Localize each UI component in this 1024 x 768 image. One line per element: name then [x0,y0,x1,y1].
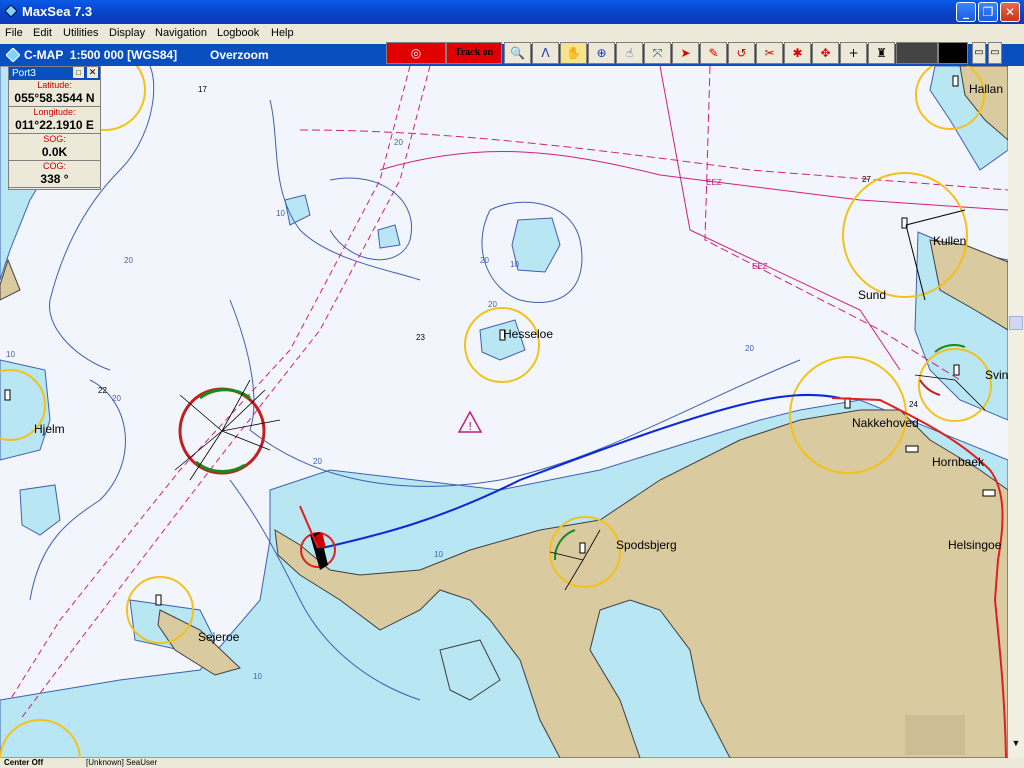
port-info-panel: Port3 □ ✕ Latitude: 055°58.3544 N Longit… [8,66,101,190]
window-title: MaxSea 7.3 [22,4,93,19]
window-tile-icon[interactable]: ▭ [972,42,986,64]
longitude-label: Longitude: [33,107,76,117]
place-hallan: Hallan [969,82,1004,96]
contour-label-20: 20 [313,457,322,466]
contour-label-20: 20 [124,256,133,265]
contour-label-20: 20 [745,344,754,353]
night-mode-button[interactable] [896,42,938,64]
contour-label-10: 10 [253,672,262,681]
menu-display[interactable]: Display [109,27,145,39]
track-on-button[interactable]: Track on [446,42,502,64]
shoal-pattern [905,715,965,755]
place-hesseloe: Hesseloe [503,327,554,341]
place-spodsbjerg: Spodsbjerg [616,538,677,552]
black-display-button[interactable] [938,42,968,64]
overzoom-label: Overzoom [210,48,269,62]
menu-help[interactable]: Help [271,27,294,39]
contour-label-20: 20 [394,138,403,147]
cog-value: 338 ° [9,172,100,188]
sector-light-gniben [174,379,281,481]
plus-cursor-icon[interactable]: + [840,42,867,64]
status-bar: Center Off [Unknown] SeaUser [0,758,1024,768]
contour-label-10: 10 [434,550,443,559]
close-button[interactable]: ✕ [1000,2,1020,22]
place-sund: Sund [858,288,887,302]
place-nakkehoved: Nakkehoved [852,416,919,430]
panel-close-icon[interactable]: ✕ [87,67,98,78]
user-status: [Unknown] SeaUser [86,758,158,767]
place-hjelm: Hjelm [34,422,65,436]
zoom-icon[interactable]: 🔍 [504,42,531,64]
longitude-value: 011°22.1910 E [9,118,100,134]
menu-navigation[interactable]: Navigation [155,27,207,39]
eez-label: EEZ [706,178,722,187]
cog-label: COG: [42,161,66,171]
window-cascade-icon[interactable]: ▭ [988,42,1002,64]
svg-text:!: ! [468,420,472,433]
minimize-button[interactable]: _ [956,2,976,22]
toolbar: ◎ Track on 🔍 Ʌ ✋ ⊕ ☝ ⤧ ➤ ✎ ↺ ✂ ✱ ✥ + ♜ ▭… [386,42,1024,64]
sounding-23: 23 [416,333,425,342]
menu-bar: File Edit Utilities Display Navigation L… [0,24,1024,44]
chart-scale-label: C-MAP 1:500 000 [WGS84] [24,48,178,62]
contour-label-20: 20 [488,300,497,309]
hand-select-icon[interactable]: ☝ [616,42,643,64]
scroll-thumb[interactable] [1009,316,1023,330]
sog-value: 0.0K [9,145,100,161]
title-bar: MaxSea 7.3 _ ❐ ✕ [0,0,1024,24]
place-helsingoe: Helsingoe [948,538,1002,552]
route-tool-icon[interactable]: ⤧ [644,42,671,64]
menu-edit[interactable]: Edit [33,27,52,39]
center-crosshair-icon[interactable]: ⊕ [588,42,615,64]
move-icon[interactable]: ✥ [812,42,839,64]
mark-icon[interactable]: ✱ [784,42,811,64]
restore-button[interactable]: ❐ [978,2,998,22]
panel-restore-icon[interactable]: □ [73,67,84,78]
menu-utilities[interactable]: Utilities [63,27,98,39]
hand-pan-icon[interactable]: ✋ [560,42,587,64]
contour-label-20: 20 [480,256,489,265]
panel-title: Port3 [12,68,36,79]
lighthouse-icon[interactable]: ♜ [868,42,895,64]
place-kullen: Kullen [933,234,967,248]
sounding-24: 24 [909,400,918,409]
contour-label-10: 10 [510,260,519,269]
contour-label-20: 20 [112,394,121,403]
contour-label-10: 10 [276,209,285,218]
pencil-icon[interactable]: ✎ [700,42,727,64]
record-button[interactable]: ◎ [386,42,446,64]
sounding-22: 22 [98,386,107,395]
chart-canvas[interactable]: ! [0,66,1008,758]
sounding-17: 17 [198,85,207,94]
place-sejeroe: Sejeroe [198,630,240,644]
panel-header: Port3 □ ✕ [9,67,100,80]
sog-label: SOG: [43,134,66,144]
undo-curve-icon[interactable]: ↺ [728,42,755,64]
place-hornbaek: Hornbaek [932,455,985,469]
chart-icon [6,48,20,62]
nautical-chart[interactable]: ! Hallan Kullen Sund Hesseloe Hjelm Svin… [0,66,1008,758]
latitude-label: Latitude: [37,80,72,90]
eez-label: EEZ [752,262,768,271]
pointer-arrow-icon[interactable]: ➤ [672,42,699,64]
menu-file[interactable]: File [5,27,23,39]
scroll-down-icon[interactable]: ▼ [1010,738,1022,752]
sounding-27: 27 [862,175,871,184]
compass-divider-icon[interactable]: Ʌ [532,42,559,64]
scissors-icon[interactable]: ✂ [756,42,783,64]
latitude-value: 055°58.3544 N [9,91,100,107]
menu-logbook[interactable]: Logbook [217,27,259,39]
center-off-status[interactable]: Center Off [4,758,43,767]
maxsea-app-icon [5,5,17,17]
place-svin: Svin [985,368,1008,382]
vertical-scrollbar[interactable]: ▼ [1008,66,1024,758]
contour-label-10: 10 [6,350,15,359]
